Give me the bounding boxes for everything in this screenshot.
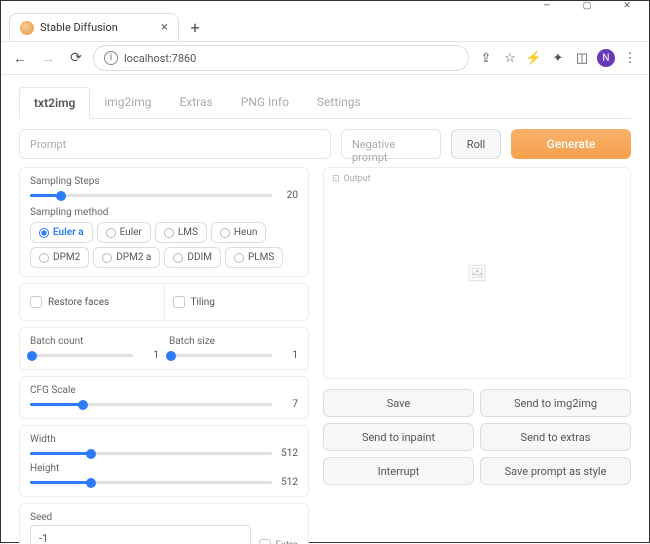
sampling-method-radios: Euler a Euler LMS Heun DPM2 DPM2 a DDIM … [30, 222, 298, 268]
batch-count-value: 1 [139, 350, 159, 361]
radio-euler-a[interactable]: Euler a [30, 222, 93, 243]
send-inpaint-button[interactable]: Send to inpaint [323, 423, 474, 451]
page-content: txt2img img2img Extras PNG Info Settings… [1, 75, 649, 544]
faces-tiling-panel: Restore faces Tiling [19, 283, 309, 321]
generate-button[interactable]: Generate [511, 129, 631, 159]
minimize-button[interactable]: — [527, 1, 567, 11]
height-value: 512 [278, 477, 298, 488]
forward-button[interactable]: → [37, 47, 59, 69]
height-slider[interactable] [30, 476, 272, 488]
batch-panel: Batch count 1 Batch size 1 [19, 327, 309, 370]
tab-txt2img[interactable]: txt2img [19, 87, 90, 119]
prompt-input[interactable]: Prompt [19, 129, 331, 159]
batch-count-label: Batch count [30, 336, 159, 347]
share-icon[interactable]: ⇪ [475, 47, 497, 69]
sampling-steps-value: 20 [278, 190, 298, 201]
width-value: 512 [278, 448, 298, 459]
send-img2img-button[interactable]: Send to img2img [480, 389, 631, 417]
seed-extra-checkbox[interactable]: Extra [259, 539, 298, 544]
sampling-steps-slider[interactable] [30, 189, 272, 201]
tiling-checkbox[interactable]: Tiling [173, 292, 299, 312]
tab-img2img[interactable]: img2img [90, 87, 165, 118]
output-label: Output [344, 174, 371, 184]
browser-toolbar: ← → ⟳ i localhost:7860 ⇪ ☆ ⚡ ✦ ◫ N ⋮ [1, 41, 649, 75]
tab-extras[interactable]: Extras [165, 87, 226, 118]
height-label: Height [30, 463, 298, 474]
maximize-button[interactable]: ▢ [567, 1, 607, 11]
close-tab-icon[interactable]: × [161, 20, 168, 35]
cfg-panel: CFG Scale 7 [19, 376, 309, 419]
radio-dpm2a[interactable]: DPM2 a [93, 247, 160, 268]
image-icon: ⊡ [332, 174, 340, 184]
negative-prompt-input[interactable]: Negative prompt [341, 129, 441, 159]
tab-settings[interactable]: Settings [303, 87, 375, 118]
radio-heun[interactable]: Heun [211, 222, 266, 243]
save-style-button[interactable]: Save prompt as style [480, 457, 631, 485]
interrupt-button[interactable]: Interrupt [323, 457, 474, 485]
browser-tabstrip: Stable Diffusion × + [1, 11, 649, 41]
address-bar[interactable]: i localhost:7860 [93, 45, 469, 71]
extensions-icon[interactable]: ✦ [547, 47, 569, 69]
batch-size-slider[interactable] [169, 349, 272, 361]
restore-faces-checkbox[interactable]: Restore faces [30, 292, 156, 312]
reload-button[interactable]: ⟳ [65, 47, 87, 69]
cfg-value: 7 [278, 399, 298, 410]
radio-dpm2[interactable]: DPM2 [30, 247, 89, 268]
batch-size-label: Batch size [169, 336, 298, 347]
site-info-icon[interactable]: i [104, 51, 118, 65]
batch-size-value: 1 [278, 350, 298, 361]
side-panel-icon[interactable]: ◫ [571, 47, 593, 69]
url-text: localhost:7860 [124, 52, 196, 65]
batch-count-slider[interactable] [30, 349, 133, 361]
output-area: ⊡ Output 🖼 [323, 167, 631, 379]
cfg-slider[interactable] [30, 398, 272, 410]
close-window-button[interactable]: ✕ [607, 1, 647, 11]
seed-panel: Seed -1 Extra [19, 503, 309, 544]
new-tab-button[interactable]: + [183, 15, 207, 39]
roll-button[interactable]: Roll [451, 129, 501, 159]
bookmark-icon[interactable]: ☆ [499, 47, 521, 69]
cfg-label: CFG Scale [30, 385, 298, 396]
extension-icon[interactable]: ⚡ [523, 47, 545, 69]
radio-euler[interactable]: Euler [97, 222, 151, 243]
main-tabs: txt2img img2img Extras PNG Info Settings [19, 87, 631, 119]
sampling-panel: Sampling Steps 20 Sampling method Euler … [19, 167, 309, 277]
tab-title: Stable Diffusion [40, 21, 118, 34]
radio-ddim[interactable]: DDIM [164, 247, 221, 268]
size-panel: Width 512 Height 512 [19, 425, 309, 497]
window-titlebar: — ▢ ✕ [1, 1, 649, 11]
width-label: Width [30, 434, 298, 445]
seed-input[interactable]: -1 [30, 525, 251, 544]
back-button[interactable]: ← [9, 47, 31, 69]
seed-label: Seed [30, 512, 298, 523]
profile-avatar[interactable]: N [595, 47, 617, 69]
radio-lms[interactable]: LMS [155, 222, 207, 243]
browser-tab[interactable]: Stable Diffusion × [9, 13, 179, 41]
save-button[interactable]: Save [323, 389, 474, 417]
tab-pnginfo[interactable]: PNG Info [227, 87, 303, 118]
favicon-icon [20, 21, 34, 35]
radio-plms[interactable]: PLMS [225, 247, 283, 268]
sampling-steps-label: Sampling Steps [30, 176, 298, 187]
menu-icon[interactable]: ⋮ [619, 47, 641, 69]
sampling-method-label: Sampling method [30, 207, 298, 218]
output-placeholder-icon: 🖼 [467, 264, 487, 283]
send-extras-button[interactable]: Send to extras [480, 423, 631, 451]
width-slider[interactable] [30, 447, 272, 459]
